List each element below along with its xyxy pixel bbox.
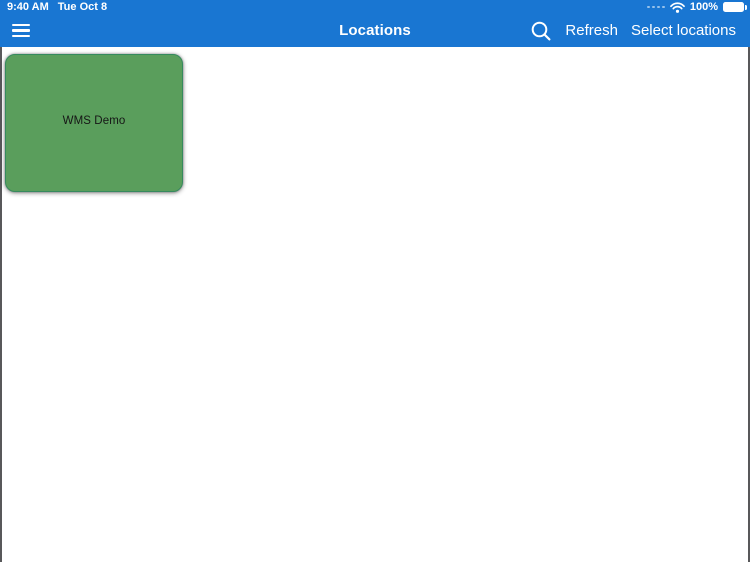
nav-bar: Locations Refresh Select locations [0, 14, 750, 47]
status-right: 100% [647, 1, 747, 13]
refresh-button[interactable]: Refresh [565, 14, 618, 47]
hamburger-icon [12, 23, 30, 38]
search-icon [532, 21, 551, 40]
page-title: Locations [339, 22, 411, 39]
status-left: 9:40 AM Tue Oct 8 [7, 0, 107, 14]
app-window: 9:40 AM Tue Oct 8 100% Locations Refresh… [0, 0, 750, 562]
location-tile[interactable]: WMS Demo [5, 54, 183, 192]
battery-icon [723, 2, 747, 12]
status-date: Tue Oct 8 [57, 1, 108, 13]
battery-percent: 100% [689, 1, 718, 13]
location-tile-label: WMS Demo [62, 114, 126, 127]
search-button[interactable] [530, 20, 552, 42]
status-bar: 9:40 AM Tue Oct 8 100% [0, 0, 750, 14]
hamburger-menu-button[interactable] [10, 20, 32, 41]
locations-grid: WMS Demo [0, 47, 750, 562]
select-locations-button[interactable]: Select locations [631, 14, 736, 47]
nav-actions: Refresh Select locations [530, 14, 736, 47]
wifi-icon [670, 1, 685, 13]
status-time: 9:40 AM [7, 1, 49, 13]
cellular-signal-icon [647, 5, 665, 9]
